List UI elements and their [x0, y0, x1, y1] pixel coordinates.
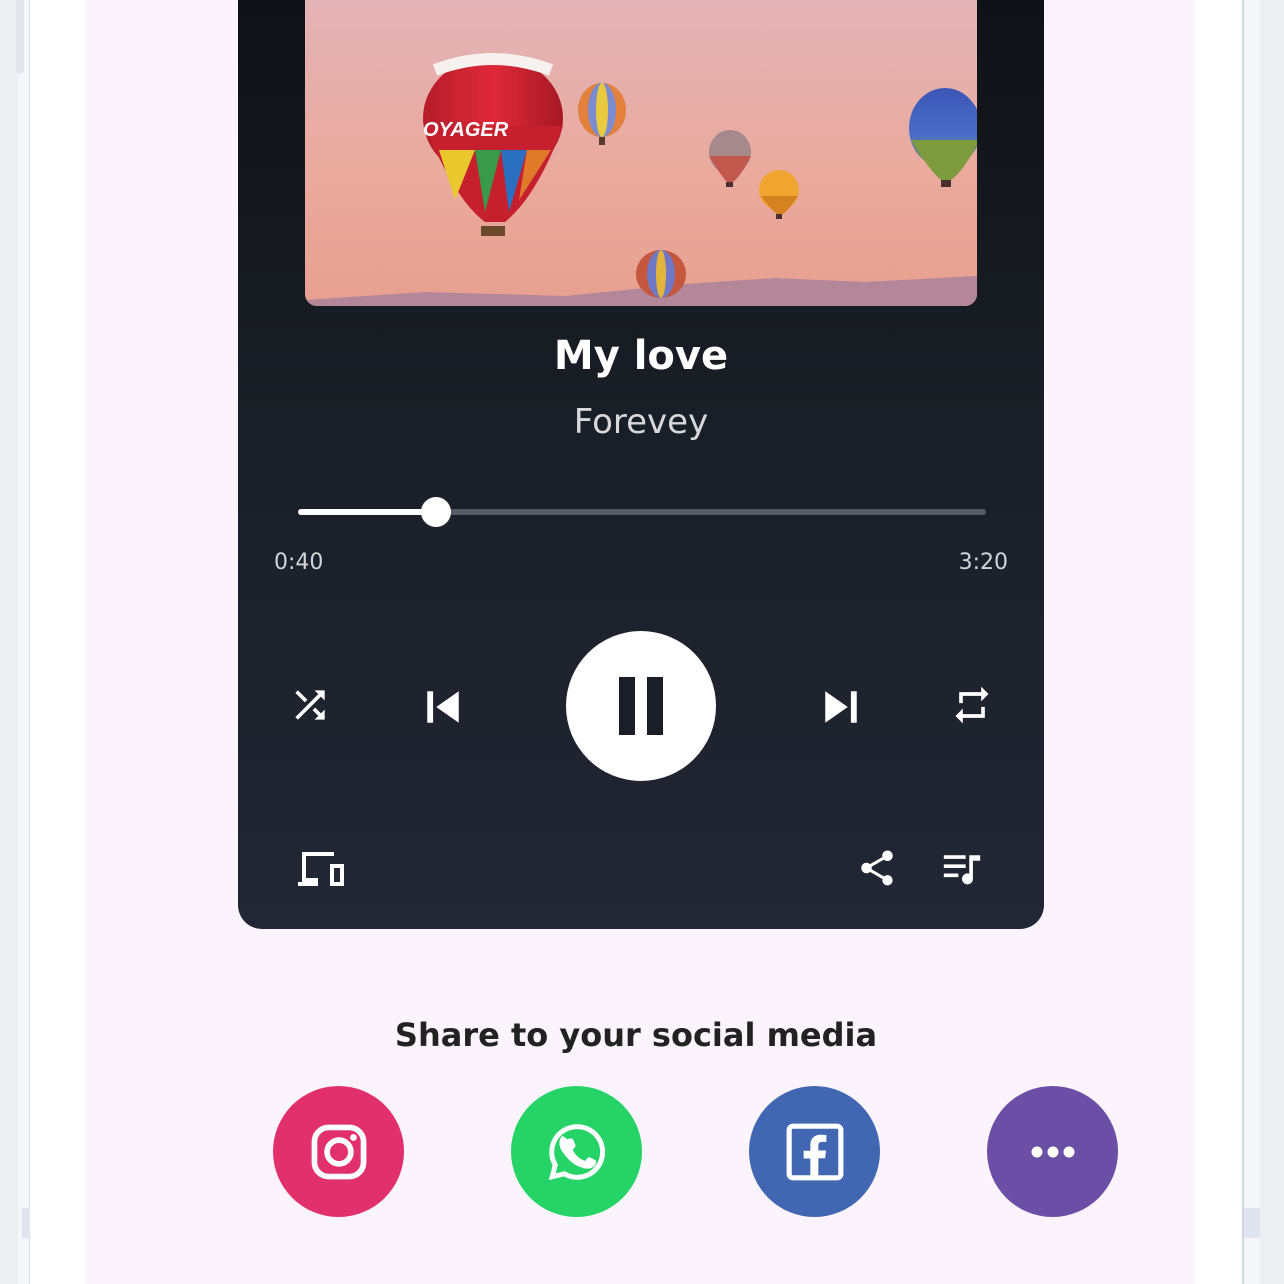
balloon-lettering: OYAGER: [423, 119, 509, 141]
facebook-icon: [786, 1123, 843, 1180]
more-share-button[interactable]: [987, 1086, 1118, 1217]
devices-icon: [298, 852, 344, 886]
page-content: OYAGER My love Forevey 0:40 3:20 Share t…: [85, 0, 1195, 1284]
facebook-share-button[interactable]: [749, 1086, 880, 1217]
progress-slider[interactable]: [298, 495, 986, 529]
instagram-share-button[interactable]: [273, 1086, 404, 1217]
elapsed-time: 0:40: [274, 550, 324, 575]
share-section-title: Share to your social media: [394, 1016, 878, 1054]
more-horizontal-icon: [1031, 1146, 1074, 1157]
repeat-icon: [955, 686, 989, 724]
instagram-icon: [311, 1124, 366, 1179]
play-pause-button[interactable]: [566, 631, 716, 781]
previous-button[interactable]: [416, 680, 470, 734]
whatsapp-share-button[interactable]: [511, 1086, 642, 1217]
share-button[interactable]: [856, 846, 898, 890]
queue-button[interactable]: [940, 848, 984, 888]
shuffle-button[interactable]: [288, 683, 332, 727]
share-icon: [861, 850, 893, 886]
track-artist: Forevey: [573, 402, 709, 442]
devices-button[interactable]: [296, 846, 348, 890]
whatsapp-icon: [548, 1123, 605, 1180]
device-frame-right: [1242, 0, 1260, 1284]
skip-next-icon: [825, 691, 857, 723]
album-artwork: OYAGER: [305, 0, 977, 306]
skip-previous-icon: [427, 691, 459, 723]
queue-music-icon: [943, 855, 981, 885]
device-frame-left: [16, 0, 30, 1284]
device-button: [16, 0, 24, 74]
total-time: 3:20: [958, 550, 1008, 575]
pause-icon: [619, 677, 663, 735]
progress-fill: [298, 509, 436, 515]
app-screen: OYAGER My love Forevey 0:40 3:20 Share t…: [30, 0, 1242, 1284]
device-frame-band: [22, 1208, 30, 1238]
shuffle-icon: [295, 690, 325, 720]
device-frame-band: [1244, 1208, 1260, 1238]
progress-thumb[interactable]: [420, 497, 451, 527]
repeat-button[interactable]: [950, 683, 994, 727]
next-button[interactable]: [814, 680, 868, 734]
music-player-card: OYAGER My love Forevey 0:40 3:20: [238, 0, 1044, 929]
balloon-small-4: [636, 250, 686, 298]
artwork-image: OYAGER: [305, 0, 977, 306]
track-title: My love: [553, 333, 729, 379]
